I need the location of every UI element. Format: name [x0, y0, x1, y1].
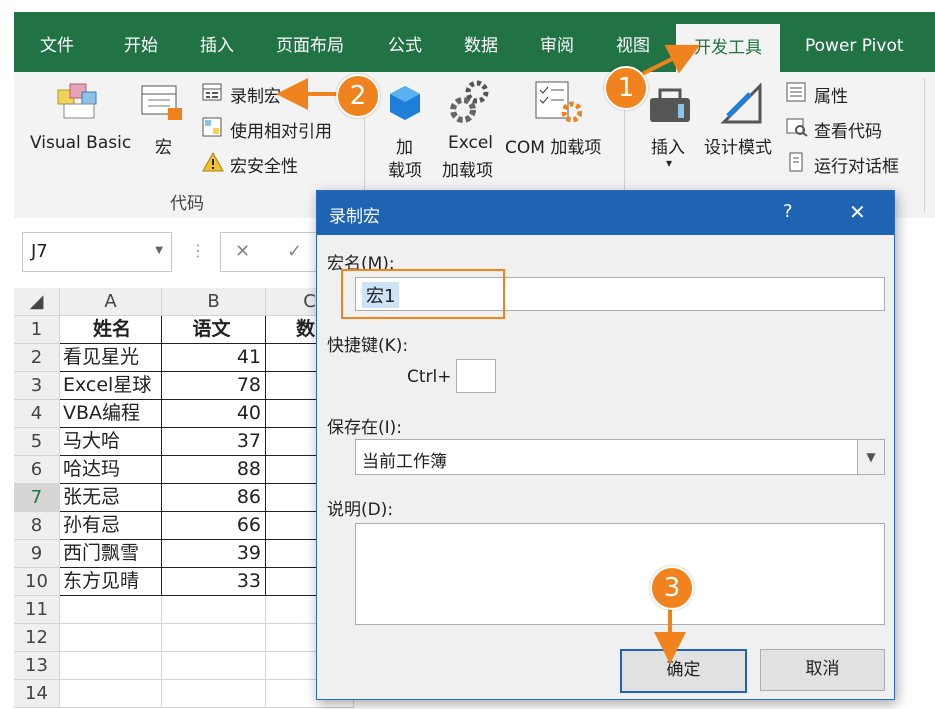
callout-badge: 2	[336, 74, 380, 118]
callout-badge: 1	[604, 66, 648, 110]
callout-arrows	[276, 44, 701, 664]
callout-badge: 3	[650, 566, 694, 610]
